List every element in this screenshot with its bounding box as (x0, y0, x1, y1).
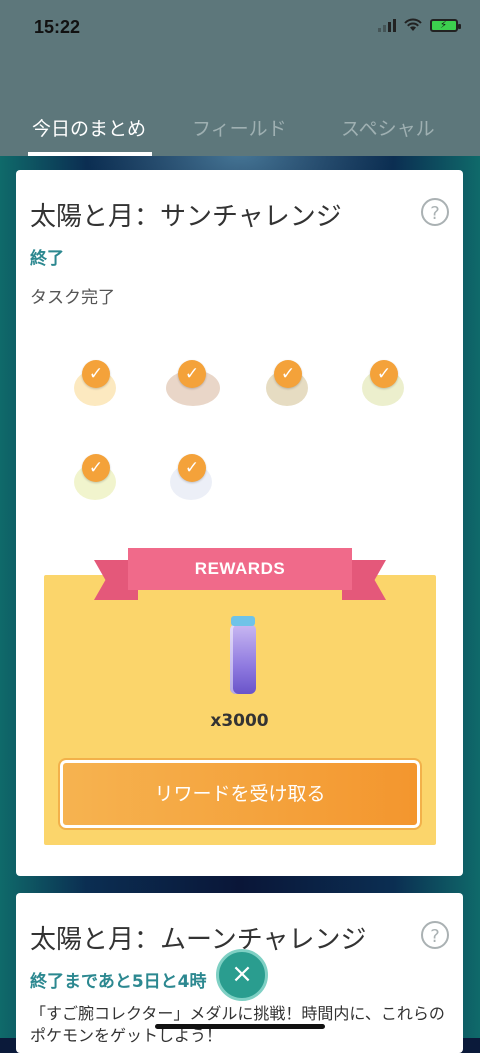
wifi-icon (404, 18, 422, 31)
checkmark-icon: ✓ (274, 360, 302, 388)
claim-reward-button[interactable]: リワードを受け取る (58, 758, 422, 830)
help-icon[interactable]: ? (421, 198, 449, 226)
close-button[interactable]: × (216, 949, 268, 1001)
sun-challenge-status: 終了 (30, 249, 64, 269)
signal-icon (378, 18, 396, 32)
sun-challenge-title: 太陽と月：サンチャレンジ (30, 202, 342, 232)
sun-challenge-card: 太陽と月：サンチャレンジ ? 終了 タスク完了 ✓ ✓ ✓ ✓ ✓ ✓ REWA… (16, 170, 463, 876)
sun-challenge-subtitle: タスク完了 (30, 288, 115, 308)
checkmark-icon: ✓ (178, 454, 206, 482)
header: 15:22 ⚡ 今日のまとめ フィールド スペシャル (0, 0, 480, 156)
help-icon[interactable]: ? (421, 921, 449, 949)
task-pokemon-5[interactable]: ✓ (66, 446, 126, 506)
home-indicator (155, 1024, 325, 1029)
checkmark-icon: ✓ (178, 360, 206, 388)
stardust-bottle-icon (230, 616, 256, 696)
tab-field[interactable]: フィールド (192, 114, 287, 141)
checkmark-icon: ✓ (370, 360, 398, 388)
task-pokemon-4[interactable]: ✓ (354, 352, 414, 412)
task-pokemon-2[interactable]: ✓ (162, 352, 222, 412)
tab-bar: 今日のまとめ フィールド スペシャル (0, 100, 480, 156)
task-pokemon-6[interactable]: ✓ (162, 446, 222, 506)
status-bar: 15:22 ⚡ (0, 0, 480, 56)
battery-icon: ⚡ (430, 18, 461, 32)
checkmark-icon: ✓ (82, 360, 110, 388)
active-tab-indicator (28, 152, 152, 156)
reward-quantity: x3000 (210, 711, 269, 731)
status-icons: ⚡ (378, 18, 461, 32)
tab-special[interactable]: スペシャル (341, 114, 435, 141)
task-pokemon-1[interactable]: ✓ (66, 352, 126, 412)
task-pokemon-3[interactable]: ✓ (258, 352, 318, 412)
rewards-banner: REWARDS (128, 548, 352, 590)
checkmark-icon: ✓ (82, 454, 110, 482)
status-time: 15:22 (34, 17, 81, 37)
tab-today-summary[interactable]: 今日のまとめ (32, 114, 146, 141)
moon-challenge-title: 太陽と月：ムーンチャレンジ (30, 925, 367, 955)
moon-challenge-status: 終了まであと5日と4時 (30, 972, 207, 992)
